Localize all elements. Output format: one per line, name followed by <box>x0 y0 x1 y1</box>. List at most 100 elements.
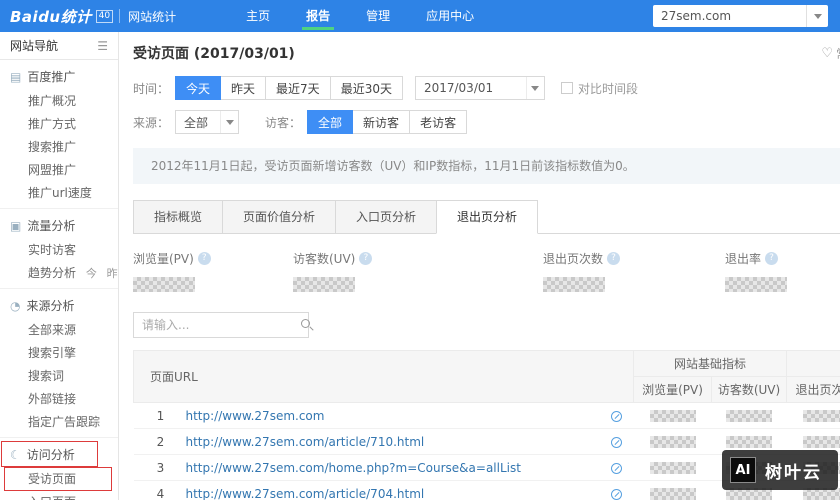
trend-label: 趋势分析 <box>28 266 77 280</box>
sidebar-item-realtime-visitors[interactable]: 实时访客 <box>0 238 118 261</box>
favorite-report[interactable]: ♡ 常 <box>821 45 840 62</box>
metric-uv: 访客数(UV) ? <box>293 250 543 292</box>
heart-icon[interactable]: ♡ <box>821 46 833 61</box>
table-row: 1 http://www.27sem.com <box>133 402 840 429</box>
trend-today-link[interactable]: 今 <box>86 267 97 280</box>
nav-home[interactable]: 主页 <box>228 0 288 32</box>
sidebar-item-promo-overview[interactable]: 推广概况 <box>0 89 118 112</box>
time-last30-button[interactable]: 最近30天 <box>329 76 403 100</box>
help-icon[interactable]: ? <box>197 252 211 265</box>
baidu-analytics-app: Baidu统计 40 网站统计 主页 报告 管理 应用中心 27sem.com … <box>0 0 840 500</box>
date-picker[interactable]: 2017/03/01 <box>414 76 545 100</box>
pv-cell <box>633 402 712 429</box>
sidebar-section-traffic-header[interactable]: ▣ 流量分析 <box>0 213 118 238</box>
page-url-link[interactable]: http://www.27sem.com <box>186 409 325 423</box>
moon-icon: ☾ <box>10 447 21 462</box>
link-icon[interactable] <box>610 411 622 422</box>
sidebar-item-entry-pages[interactable]: 入口页面 <box>0 490 118 500</box>
nav-manage[interactable]: 管理 <box>348 0 408 32</box>
sidebar: 网站导航 ☰ ▤ 百度推广 推广概况 推广方式 搜索推广 网盟推广 推广url速… <box>0 32 119 500</box>
column-header-url[interactable]: 页面URL <box>133 350 634 403</box>
row-number: 4 <box>156 486 165 500</box>
sidebar-item-ad-tracking[interactable]: 指定广告跟踪 <box>0 410 118 433</box>
exit-cell <box>786 402 840 429</box>
redacted-value <box>649 462 696 474</box>
tab-entry-page[interactable]: 入口页分析 <box>335 200 438 233</box>
sidebar-section-source: ◔ 来源分析 全部来源 搜索引擎 搜索词 外部链接 指定广告跟踪 <box>0 289 118 438</box>
url-cell: 1 http://www.27sem.com <box>133 402 634 429</box>
nav-report[interactable]: 报告 <box>288 0 348 32</box>
baidu-tongji-logo[interactable]: Baidu统计 <box>10 6 92 27</box>
visitor-returning-button[interactable]: 老访客 <box>409 110 468 134</box>
redacted-value <box>726 410 772 422</box>
sidebar-section-visit-header[interactable]: ☾ 访问分析 <box>0 441 118 467</box>
sidebar-item-visited-pages[interactable]: 受访页面 <box>0 467 118 491</box>
sidebar-item-search-engines[interactable]: 搜索引擎 <box>0 341 118 364</box>
sidebar-item-promo-url-speed[interactable]: 推广url速度 <box>0 181 118 204</box>
tab-metric-overview[interactable]: 指标概览 <box>133 200 224 233</box>
sidebar-item-search-promo[interactable]: 搜索推广 <box>0 135 118 158</box>
site-selector[interactable]: 27sem.com <box>653 5 828 27</box>
time-today-button[interactable]: 今天 <box>175 76 222 100</box>
metric-label-row: 浏览量(PV) ? <box>133 250 293 267</box>
sidebar-header: 网站导航 ☰ <box>0 32 118 60</box>
redacted-value <box>802 410 840 422</box>
tab-exit-page[interactable]: 退出页分析 <box>436 200 539 234</box>
sidebar-item-search-terms[interactable]: 搜索词 <box>0 364 118 387</box>
search-icon[interactable] <box>300 318 314 332</box>
metric-label-row: 退出页次数 ? <box>543 250 725 267</box>
source-filter-row: 来源： 全部 访客： 全部 新访客 老访客 <box>133 110 840 134</box>
report-tabs: 指标概览 页面价值分析 入口页分析 退出页分析 <box>133 200 840 234</box>
chevron-down-icon[interactable] <box>806 5 828 27</box>
help-icon[interactable]: ? <box>359 252 373 265</box>
link-icon[interactable] <box>610 463 622 474</box>
visitor-all-button[interactable]: 全部 <box>307 110 354 134</box>
column-header-pv[interactable]: 浏览量(PV) <box>633 376 712 403</box>
chevron-down-icon[interactable] <box>220 111 238 133</box>
search-input[interactable] <box>134 318 300 332</box>
topbar: Baidu统计 40 网站统计 主页 报告 管理 应用中心 27sem.com <box>0 0 840 32</box>
link-icon[interactable] <box>610 437 622 448</box>
column-header-uv[interactable]: 访客数(UV) <box>710 376 788 403</box>
source-dropdown[interactable]: 全部 <box>175 110 240 134</box>
help-icon[interactable]: ? <box>765 252 779 265</box>
metric-exit-rate-value-redacted <box>725 277 787 292</box>
visitor-new-button[interactable]: 新访客 <box>352 110 411 134</box>
sidebar-section-promo-header[interactable]: ▤ 百度推广 <box>0 64 118 89</box>
time-yesterday-button[interactable]: 昨天 <box>220 76 267 100</box>
column-header-exit-count[interactable]: 退出页次数 <box>786 376 840 403</box>
collapse-menu-icon[interactable]: ☰ <box>97 32 108 60</box>
visitor-type-group: 全部 新访客 老访客 <box>307 110 468 134</box>
compare-label: 对比时间段 <box>577 81 638 96</box>
sidebar-item-trend-analysis[interactable]: 趋势分析 今 昨 <box>0 261 118 284</box>
redacted-value <box>802 436 840 448</box>
tab-page-value[interactable]: 页面价值分析 <box>222 200 337 233</box>
sidebar-item-promo-method[interactable]: 推广方式 <box>0 112 118 135</box>
page-url-link[interactable]: http://www.27sem.com/article/704.html <box>186 487 425 500</box>
time-last7-button[interactable]: 最近7天 <box>265 76 331 100</box>
help-icon[interactable]: ? <box>607 252 621 265</box>
redacted-value <box>649 410 696 422</box>
sidebar-section-source-header[interactable]: ◔ 来源分析 <box>0 293 118 318</box>
nav-app-center[interactable]: 应用中心 <box>408 0 492 32</box>
metric-label-row: 退出率 ? <box>725 250 840 267</box>
watermark: AI 树叶云 <box>722 450 838 490</box>
metric-uv-label: 访客数(UV) <box>293 252 356 266</box>
column-group-basic-metrics: 网站基础指标 <box>632 350 788 377</box>
link-icon[interactable] <box>610 489 622 500</box>
page-url-link[interactable]: http://www.27sem.com/home.php?m=Course&a… <box>186 461 521 475</box>
metric-exit-rate-label: 退出率 <box>725 252 762 266</box>
page-url-link[interactable]: http://www.27sem.com/article/710.html <box>186 435 425 449</box>
source-label: 来源： <box>133 115 170 130</box>
sidebar-item-all-sources[interactable]: 全部来源 <box>0 318 118 341</box>
megaphone-icon: ▤ <box>10 69 22 84</box>
favorite-label: 常 <box>836 45 840 62</box>
chevron-down-icon[interactable] <box>525 77 544 99</box>
sidebar-item-external-links[interactable]: 外部链接 <box>0 387 118 410</box>
sidebar-section-traffic: ▣ 流量分析 实时访客 趋势分析 今 昨 <box>0 209 118 289</box>
trend-yesterday-link[interactable]: 昨 <box>107 267 118 280</box>
date-value: 2017/03/01 <box>423 81 494 95</box>
section-label: 百度推广 <box>27 70 76 84</box>
compare-checkbox[interactable] <box>560 82 573 94</box>
sidebar-item-network-promo[interactable]: 网盟推广 <box>0 158 118 181</box>
